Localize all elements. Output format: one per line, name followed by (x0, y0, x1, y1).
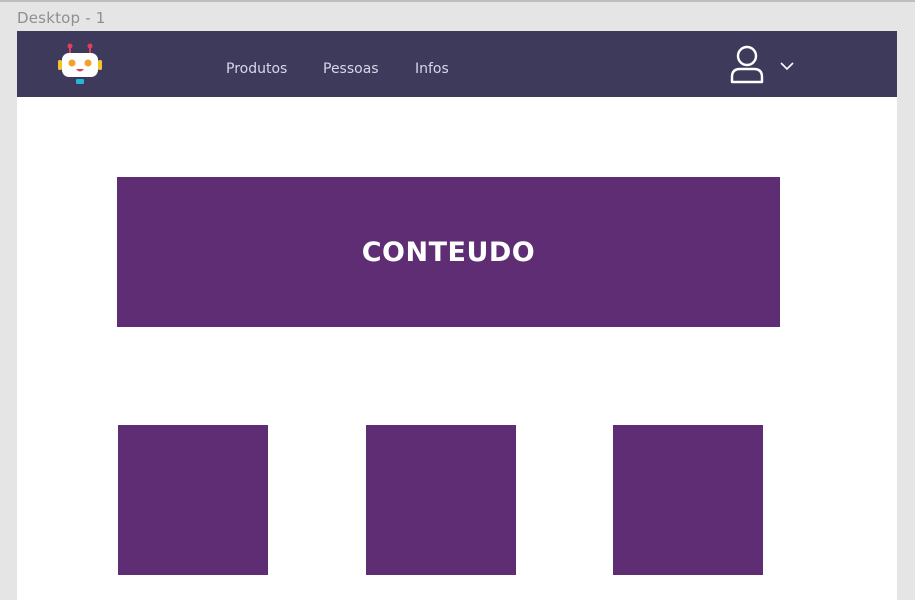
nav-link-produtos[interactable]: Produtos (226, 61, 287, 77)
content-banner: CONTEUDO (117, 177, 780, 327)
content-banner-title: CONTEUDO (361, 236, 536, 268)
navbar: Produtos Pessoas Infos (17, 31, 897, 97)
nav-link-infos[interactable]: Infos (415, 61, 449, 77)
content-card[interactable] (366, 425, 516, 575)
artboard-desktop: Produtos Pessoas Infos CONTEUDO (17, 31, 897, 600)
content-card[interactable] (613, 425, 763, 575)
nav-link-pessoas[interactable]: Pessoas (323, 61, 379, 77)
artboard-label[interactable]: Desktop - 1 (17, 9, 106, 27)
robot-icon[interactable] (55, 42, 105, 86)
chevron-down-icon[interactable] (779, 59, 795, 71)
canvas-top-border (0, 0, 915, 2)
user-icon[interactable] (729, 44, 765, 84)
content-card[interactable] (118, 425, 268, 575)
